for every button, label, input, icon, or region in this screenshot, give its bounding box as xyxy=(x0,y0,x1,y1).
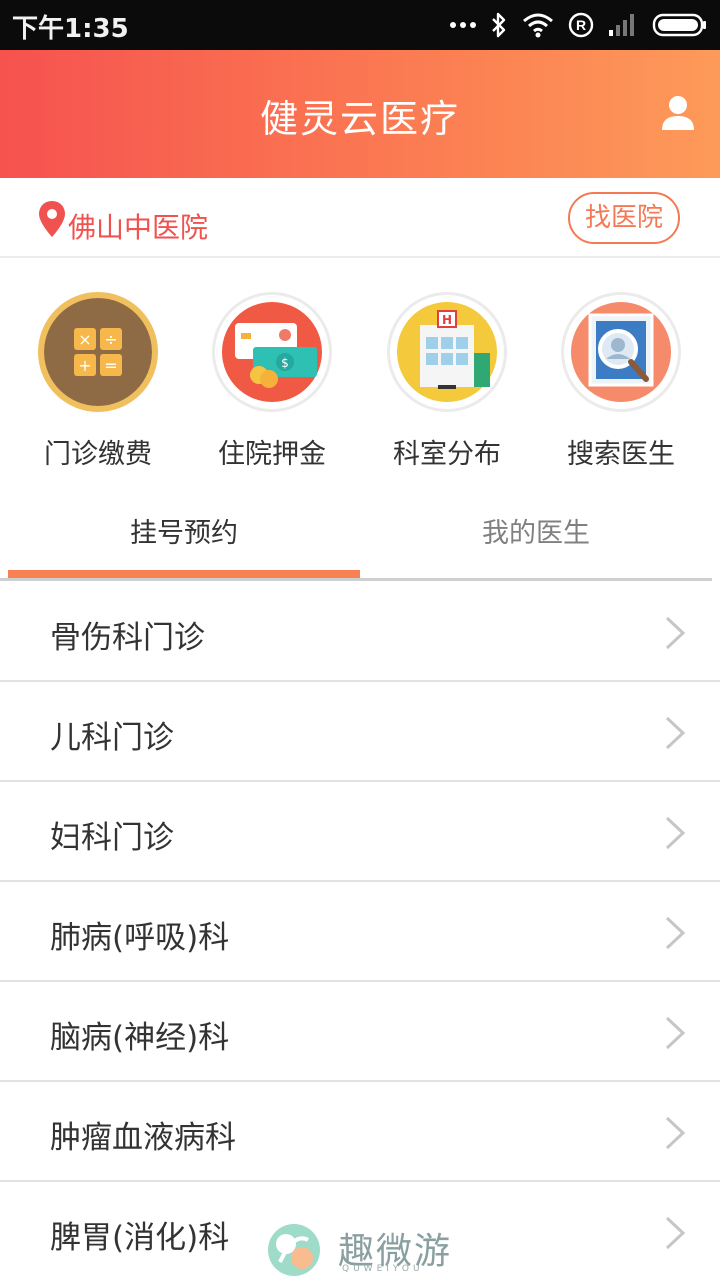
map-pin-icon xyxy=(39,201,65,237)
department-name: 妇科门诊 xyxy=(50,820,174,856)
service-grid: × ÷ + = 门诊缴费 $ 住院押金 H 科室分布 搜索医生 xyxy=(0,258,720,486)
calculator-icon: × ÷ + = xyxy=(38,292,158,412)
chevron-right-icon xyxy=(665,1116,686,1150)
department-name: 儿科门诊 xyxy=(50,720,174,756)
service-search-doctor[interactable]: 搜索医生 xyxy=(536,292,706,471)
service-label: 门诊缴费 xyxy=(44,439,152,470)
chevron-right-icon xyxy=(665,816,686,850)
list-item[interactable]: 妇科门诊 xyxy=(0,782,720,882)
profile-button[interactable] xyxy=(660,94,696,134)
service-department-map[interactable]: H 科室分布 xyxy=(362,292,532,471)
card-cash-icon: $ xyxy=(212,292,332,412)
department-name: 骨伤科门诊 xyxy=(50,620,205,656)
chevron-right-icon xyxy=(665,616,686,650)
signal-icon xyxy=(609,14,634,36)
svg-text:R: R xyxy=(576,17,586,33)
find-hospital-button[interactable]: 找医院 xyxy=(568,192,680,244)
watermark: 趣微游 QUWEIYOU xyxy=(266,1220,466,1280)
dots-icon xyxy=(450,22,476,28)
registered-icon: R xyxy=(568,12,594,38)
service-hospital-deposit[interactable]: $ 住院押金 xyxy=(187,292,357,471)
svg-text:×: × xyxy=(78,330,91,349)
location-row: 佛山中医院 找医院 xyxy=(0,178,720,258)
chevron-right-icon xyxy=(665,716,686,750)
department-name: 肺病(呼吸)科 xyxy=(50,920,230,956)
status-icons: R xyxy=(450,8,708,42)
tab-indicator xyxy=(8,570,360,578)
department-name: 肿瘤血液病科 xyxy=(50,1120,236,1156)
watermark-subtext: QUWEIYOU xyxy=(342,1264,424,1274)
wifi-icon xyxy=(523,13,553,38)
tab-bar: 挂号预约 我的医生 xyxy=(0,486,720,581)
svg-text:+: + xyxy=(78,356,91,375)
service-label: 搜索医生 xyxy=(567,439,675,470)
user-icon xyxy=(662,96,694,130)
svg-text:=: = xyxy=(104,356,117,375)
current-hospital[interactable]: 佛山中医院 xyxy=(68,206,208,246)
svg-text:H: H xyxy=(442,313,452,327)
list-item[interactable]: 肺病(呼吸)科 xyxy=(0,882,720,982)
tab-divider xyxy=(0,578,712,581)
app-header: 健灵云医疗 xyxy=(0,50,720,178)
service-label: 住院押金 xyxy=(218,439,326,470)
battery-icon xyxy=(652,13,706,37)
status-time: 下午1:35 xyxy=(12,14,129,44)
list-item[interactable]: 骨伤科门诊 xyxy=(0,582,720,682)
doctor-search-icon xyxy=(561,292,681,412)
department-name: 脾胃(消化)科 xyxy=(50,1220,230,1256)
tab-my-doctors[interactable]: 我的医生 xyxy=(360,486,712,580)
tab-appointment[interactable]: 挂号预约 xyxy=(8,486,360,580)
department-list: 骨伤科门诊 儿科门诊 妇科门诊 肺病(呼吸)科 脑病(神经)科 肿瘤血液病科 脾… xyxy=(0,582,720,1280)
app-title: 健灵云医疗 xyxy=(259,97,460,141)
svg-text:÷: ÷ xyxy=(104,330,117,349)
chevron-right-icon xyxy=(665,916,686,950)
hospital-building-icon: H xyxy=(387,292,507,412)
chevron-right-icon xyxy=(665,1016,686,1050)
department-name: 脑病(神经)科 xyxy=(50,1020,230,1056)
list-item[interactable]: 肿瘤血液病科 xyxy=(0,1082,720,1182)
bluetooth-icon xyxy=(492,12,506,38)
list-item[interactable]: 儿科门诊 xyxy=(0,682,720,782)
service-label: 科室分布 xyxy=(393,439,501,470)
list-item[interactable]: 脑病(神经)科 xyxy=(0,982,720,1082)
watermark-logo-icon xyxy=(268,1224,320,1276)
status-bar: 下午1:35 R xyxy=(0,0,720,50)
service-outpatient-payment[interactable]: × ÷ + = 门诊缴费 xyxy=(13,292,183,471)
svg-text:$: $ xyxy=(281,356,289,370)
chevron-right-icon xyxy=(665,1216,686,1250)
